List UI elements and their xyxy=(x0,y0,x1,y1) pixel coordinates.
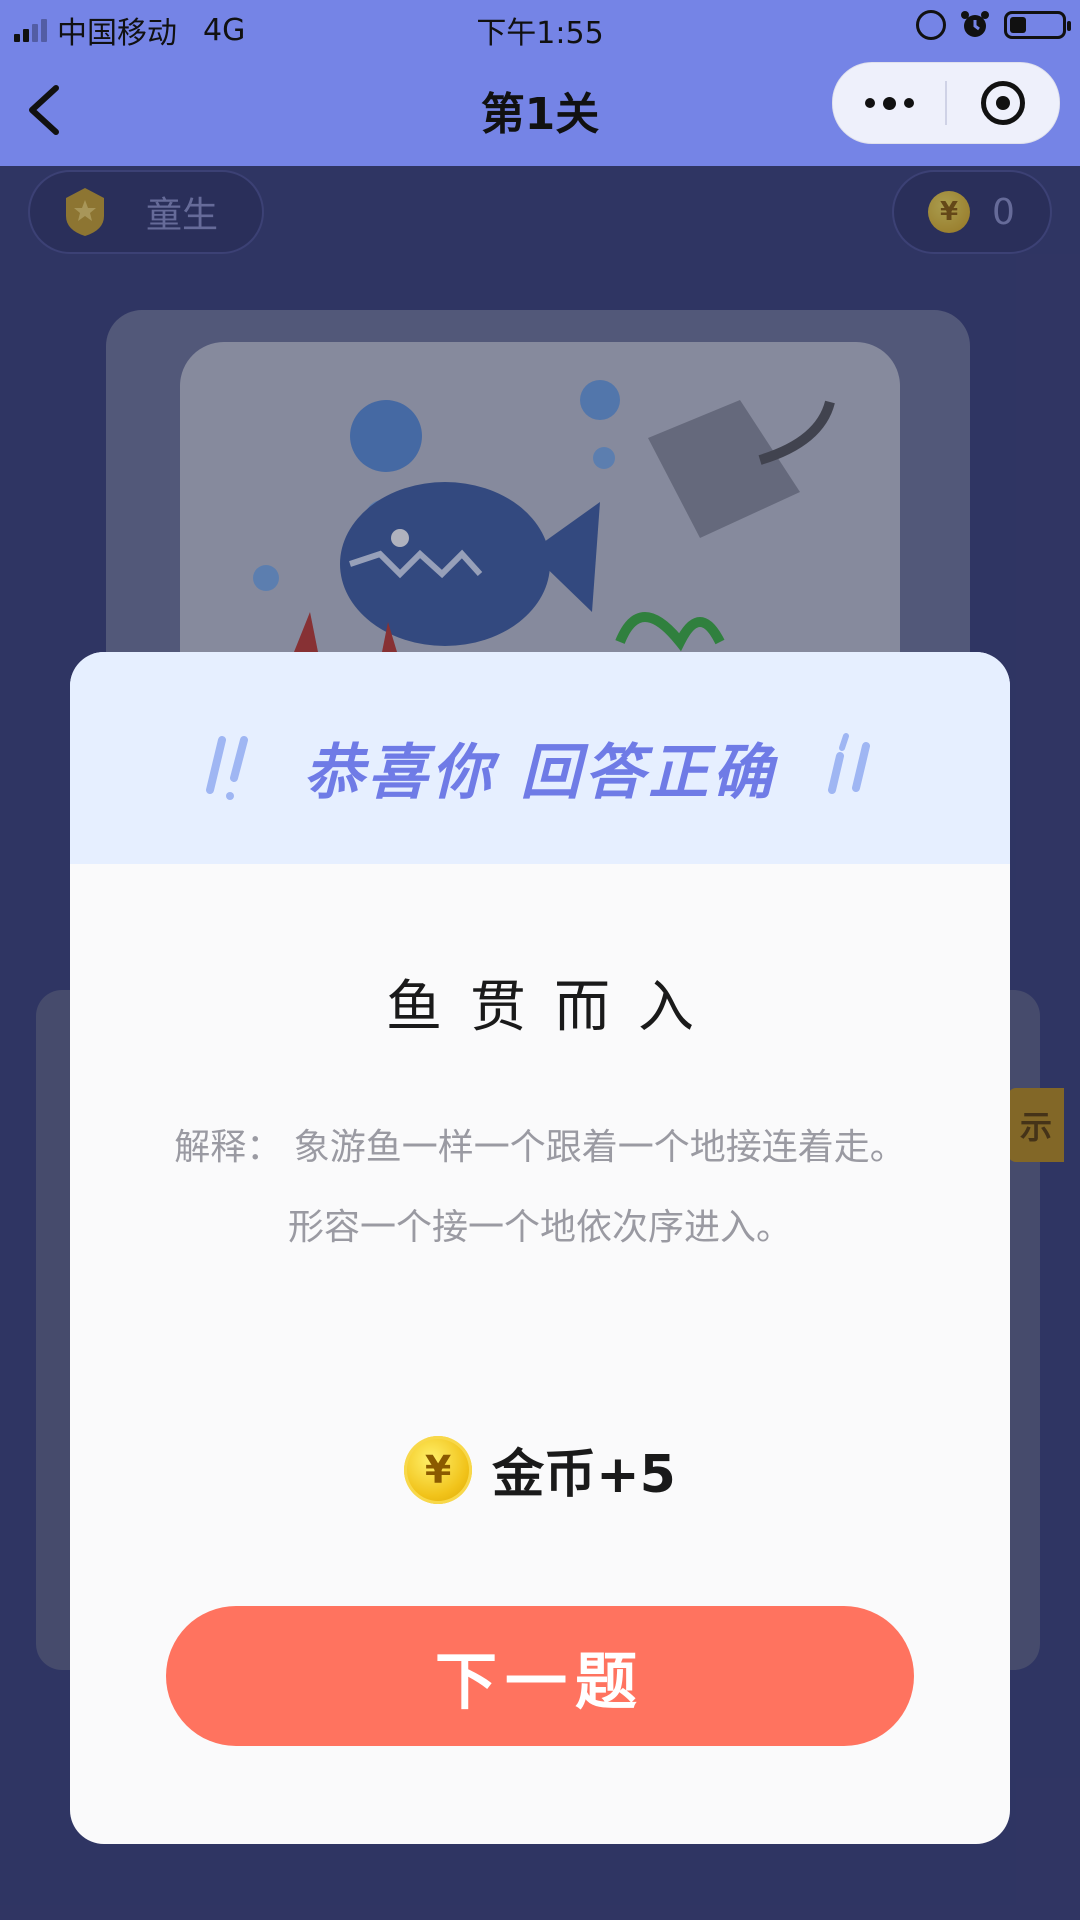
idiom-explanation: 解释： 象游鱼一样一个跟着一个地接连着走。形容一个接一个地依次序进入。 xyxy=(174,1127,906,1248)
battery-icon xyxy=(1004,11,1071,39)
idiom-answer: 鱼贯而入 xyxy=(386,975,722,1040)
coin-icon: ¥ xyxy=(404,1435,473,1504)
next-question-button[interactable]: 下一题 xyxy=(166,1606,914,1746)
close-target-icon xyxy=(981,81,1025,125)
reward-label: 金币+5 xyxy=(492,1445,676,1505)
nav-bar: 第1关 xyxy=(0,52,1080,166)
modal-header: 恭喜你 回答正确 xyxy=(70,652,1010,864)
coin-reward: ¥ 金币+5 xyxy=(70,1432,1010,1507)
lock-rotation-icon xyxy=(916,10,946,40)
result-modal: 恭喜你 回答正确 鱼贯而入 解释： 象游鱼一样一个跟着一个地接连着走。形容一个接… xyxy=(70,652,1010,1844)
more-icon[interactable] xyxy=(833,63,945,143)
mini-program-capsule xyxy=(832,62,1060,144)
close-button[interactable] xyxy=(947,63,1059,143)
status-right xyxy=(916,10,1071,40)
status-bar: 中国移动 4G 下午1:55 xyxy=(0,0,1080,52)
alarm-icon xyxy=(961,11,989,37)
decoration-slash-right xyxy=(828,733,870,794)
